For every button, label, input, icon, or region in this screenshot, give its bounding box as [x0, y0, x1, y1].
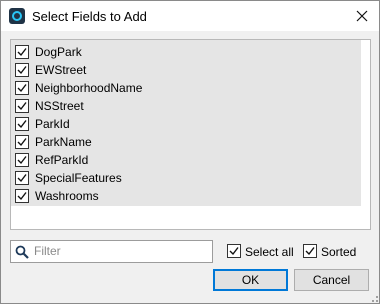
check-icon	[17, 66, 27, 75]
field-checkbox[interactable]	[15, 171, 29, 185]
field-checkbox[interactable]	[15, 63, 29, 77]
field-item[interactable]: NSStreet	[11, 97, 361, 115]
check-icon	[17, 120, 27, 129]
check-icon	[305, 247, 315, 256]
field-item[interactable]: EWStreet	[11, 61, 361, 79]
field-item[interactable]: NeighborhoodName	[11, 79, 361, 97]
field-item[interactable]: ParkName	[11, 133, 361, 151]
app-icon	[9, 8, 25, 24]
fields-list[interactable]: DogPark EWStreet NeighborhoodName NSStreet P…	[10, 39, 371, 230]
field-label: NSStreet	[35, 99, 84, 113]
sorted-checkbox[interactable]	[303, 244, 317, 258]
field-item[interactable]: SpecialFeatures	[11, 169, 361, 187]
check-icon	[17, 174, 27, 183]
field-label: ParkName	[35, 135, 92, 149]
field-label: NeighborhoodName	[35, 81, 143, 95]
field-label: DogPark	[35, 45, 82, 59]
field-item[interactable]: RefParkId	[11, 151, 361, 169]
field-item[interactable]: DogPark	[11, 43, 361, 61]
field-checkbox[interactable]	[15, 99, 29, 113]
field-checkbox[interactable]	[15, 117, 29, 131]
field-label: EWStreet	[35, 63, 87, 77]
select-all-label: Select all	[245, 245, 294, 259]
check-icon	[17, 48, 27, 57]
close-icon	[356, 10, 368, 22]
select-all-checkbox[interactable]	[227, 244, 241, 258]
check-icon	[17, 156, 27, 165]
search-icon	[15, 245, 29, 259]
dialog-title: Select Fields to Add	[32, 9, 147, 24]
cancel-button[interactable]: Cancel	[294, 269, 369, 291]
check-icon	[17, 84, 27, 93]
field-checkbox[interactable]	[15, 189, 29, 203]
field-checkbox[interactable]	[15, 45, 29, 59]
filter-input[interactable]	[34, 243, 206, 259]
field-checkbox[interactable]	[15, 153, 29, 167]
resize-grip-icon[interactable]	[368, 292, 378, 302]
field-label: ParkId	[35, 117, 70, 131]
sorted-label: Sorted	[321, 245, 357, 259]
select-all-option[interactable]: Select all	[227, 244, 297, 260]
field-checkbox[interactable]	[15, 81, 29, 95]
field-checkbox[interactable]	[15, 135, 29, 149]
field-item[interactable]: ParkId	[11, 115, 361, 133]
filter-box[interactable]	[10, 240, 213, 263]
check-icon	[17, 102, 27, 111]
field-label: SpecialFeatures	[35, 171, 122, 185]
close-button[interactable]	[345, 1, 379, 31]
check-icon	[17, 138, 27, 147]
title-bar: Select Fields to Add	[1, 1, 379, 31]
select-fields-dialog: Select Fields to Add DogPark EWStreet Neig…	[0, 0, 380, 304]
field-label: RefParkId	[35, 153, 89, 167]
ok-button[interactable]: OK	[213, 269, 288, 291]
field-label: Washrooms	[35, 189, 99, 203]
check-icon	[229, 247, 239, 256]
sorted-option[interactable]: Sorted	[303, 244, 363, 260]
check-icon	[17, 192, 27, 201]
field-item[interactable]: Washrooms	[11, 187, 361, 205]
